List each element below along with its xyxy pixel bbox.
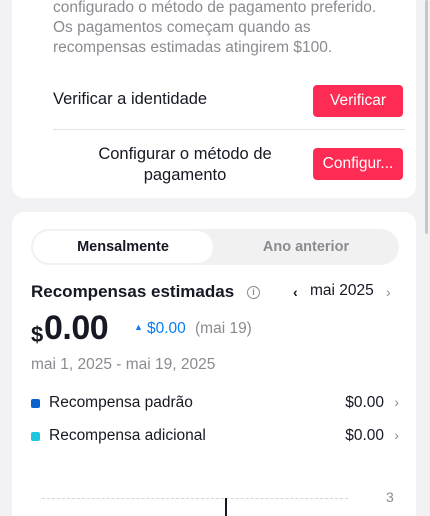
date-range: mai 1, 2025 - mai 19, 2025 <box>31 356 216 373</box>
info-icon[interactable]: i <box>247 286 260 299</box>
rewards-change-value: $0.00 <box>147 320 186 337</box>
rewards-title: Recompensas estimadas <box>31 282 235 301</box>
chart-y-tick-label: 3 <box>386 489 394 505</box>
rewards-change-date: (mai 19) <box>195 320 252 337</box>
legend-swatch-standard <box>31 399 40 408</box>
payment-method-label: Configurar o método de pagamento <box>80 144 290 186</box>
payout-intro-text: configurado o método de pagamento prefer… <box>53 0 403 58</box>
configure-payment-button[interactable]: Configur... <box>313 148 403 180</box>
tab-previous-year[interactable]: Ano anterior <box>215 231 397 263</box>
verify-identity-button[interactable]: Verificar <box>313 85 403 117</box>
chevron-left-icon[interactable]: ‹ <box>293 284 298 300</box>
payment-method-label-line1: Configurar o método de <box>98 145 272 163</box>
intro-line-3: recompensas estimadas atingirem $100. <box>53 39 333 56</box>
setup-divider <box>53 129 405 130</box>
payment-method-label-line2: pagamento <box>143 166 227 184</box>
legend-label: Recompensa adicional <box>49 427 206 444</box>
legend-swatch-additional <box>31 432 40 441</box>
legend-value: $0.00 <box>345 394 384 411</box>
chart-cursor-line <box>225 498 227 516</box>
creator-rewards-screen: configurado o método de pagamento prefer… <box>0 0 430 516</box>
chevron-right-icon[interactable]: › <box>386 284 391 300</box>
scrollbar[interactable] <box>425 0 428 234</box>
amount-currency: $ <box>31 322 44 347</box>
legend-row-additional[interactable]: Recompensa adicional $0.00 › <box>31 426 399 448</box>
intro-line-1: configurado o método de pagamento prefer… <box>53 0 377 16</box>
month-selector[interactable]: mai 2025 <box>310 282 374 300</box>
legend-value: $0.00 <box>345 427 384 444</box>
chevron-right-icon: › <box>394 427 399 443</box>
estimated-rewards-amount: 0.00 <box>44 309 109 347</box>
chart-gridline <box>42 498 348 499</box>
intro-line-2: Os pagamentos começam quando as <box>53 19 311 36</box>
legend-row-standard[interactable]: Recompensa padrão $0.00 › <box>31 393 399 415</box>
legend-label: Recompensa padrão <box>49 394 193 411</box>
triangle-up-icon: ▲ <box>134 322 143 332</box>
tab-monthly[interactable]: Mensalmente <box>33 231 213 263</box>
verify-identity-label: Verificar a identidade <box>53 90 208 108</box>
chevron-right-icon: › <box>394 394 399 410</box>
